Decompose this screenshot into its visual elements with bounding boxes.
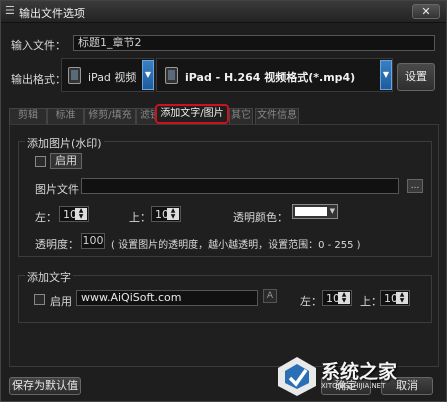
ipad-format-icon	[165, 67, 178, 84]
format-select[interactable]: iPad - H.264 视频格式(*.mp4) ▼	[156, 58, 393, 92]
image-group-title: 添加图片(水印)	[25, 135, 104, 151]
text-top-label: 上：	[360, 295, 382, 308]
tab-other[interactable]: 其它	[229, 108, 253, 124]
image-watermark-group: 添加图片(水印) 启用 图片文件： ... 左： 10 ▲ ▼ 上： 10 ▲ ▼ …	[18, 135, 432, 257]
format-dropdown-button[interactable]: ▼	[380, 60, 392, 90]
menu-icon[interactable]: ☰	[5, 5, 15, 16]
tab-clip[interactable]: 剪辑	[9, 108, 47, 124]
transparent-color-picker[interactable]: ▼	[292, 204, 338, 219]
transparent-color-label: 透明颜色：	[233, 211, 288, 224]
spinner-arrows-icon[interactable]: ▲ ▼	[338, 292, 350, 304]
output-options-dialog: ☰ 输出文件选项 ✕ 输入文件： 标题1_章节2 输出格式： iPad 视频 ▼…	[0, 0, 447, 402]
text-top-spinner[interactable]: 10 ▲ ▼	[380, 290, 410, 306]
tab-file-info[interactable]: 文件信息	[255, 108, 299, 124]
site-watermark: 系统之家 XITONGZHIJIA.NET	[273, 353, 445, 399]
site-logo-icon	[278, 357, 316, 396]
input-file-field[interactable]: 标题1_章节2	[73, 35, 435, 51]
watermark-text-field[interactable]: www.AiQiSoft.com	[76, 290, 258, 306]
opacity-label: 透明度：	[35, 238, 79, 251]
text-enable-label: 启用	[50, 295, 72, 308]
image-enable-label[interactable]: 启用	[50, 153, 82, 169]
tab-panel: 添加图片(水印) 启用 图片文件： ... 左： 10 ▲ ▼ 上： 10 ▲ ▼ …	[9, 124, 439, 367]
opacity-field[interactable]: 100	[81, 233, 105, 249]
save-default-button[interactable]: 保存为默认值	[9, 377, 81, 395]
text-group-title: 添加文字	[25, 269, 73, 285]
tab-crop-pad[interactable]: 修剪/填充	[84, 108, 136, 124]
text-left-spinner[interactable]: 10 ▲ ▼	[322, 290, 352, 306]
device-select[interactable]: iPad 视频 ▼	[61, 58, 154, 92]
spinner-arrows-icon[interactable]: ▲ ▼	[396, 292, 408, 304]
dialog-title: 输出文件选项	[19, 7, 85, 20]
format-select-value: iPad - H.264 视频格式(*.mp4)	[185, 71, 356, 84]
opacity-hint: ( 设置图片的透明度，越小越透明，设置范围：0 - 255 )	[111, 240, 361, 251]
browse-button[interactable]: ...	[407, 179, 423, 193]
device-select-value: iPad 视频	[88, 71, 137, 84]
image-top-spinner[interactable]: 10 ▲ ▼	[151, 206, 181, 222]
image-top-label: 上：	[129, 211, 151, 224]
color-swatch-white	[295, 207, 327, 216]
image-file-field[interactable]	[81, 178, 399, 194]
close-button[interactable]: ✕	[412, 4, 440, 19]
device-dropdown-button[interactable]: ▼	[142, 60, 154, 90]
chevron-down-icon: ▼	[329, 207, 335, 215]
chevron-down-icon: ▼	[382, 70, 390, 79]
tab-standard[interactable]: 标准	[47, 108, 84, 124]
tab-add-text-image[interactable]: 添加文字/图片	[155, 104, 229, 124]
ipad-icon	[68, 67, 81, 84]
spinner-arrows-icon[interactable]: ▲ ▼	[167, 208, 179, 220]
image-left-spinner[interactable]: 10 ▲ ▼	[59, 206, 89, 222]
text-left-label: 左：	[300, 295, 322, 308]
watermark-text: 系统之家	[321, 361, 398, 383]
watermark-subtext: XITONGZHIJIA.NET	[321, 382, 386, 390]
font-button[interactable]: A	[263, 289, 277, 303]
title-bar: ☰ 输出文件选项 ✕	[1, 1, 446, 23]
chevron-down-icon: ▼	[144, 70, 152, 79]
image-left-label: 左：	[35, 211, 57, 224]
image-enable-checkbox[interactable]	[35, 156, 46, 167]
text-enable-checkbox[interactable]	[34, 294, 45, 305]
output-format-label: 输出格式：	[11, 73, 66, 86]
input-file-label: 输入文件：	[11, 39, 66, 52]
settings-button[interactable]: 设置	[397, 63, 435, 91]
spinner-arrows-icon[interactable]: ▲ ▼	[75, 208, 87, 220]
